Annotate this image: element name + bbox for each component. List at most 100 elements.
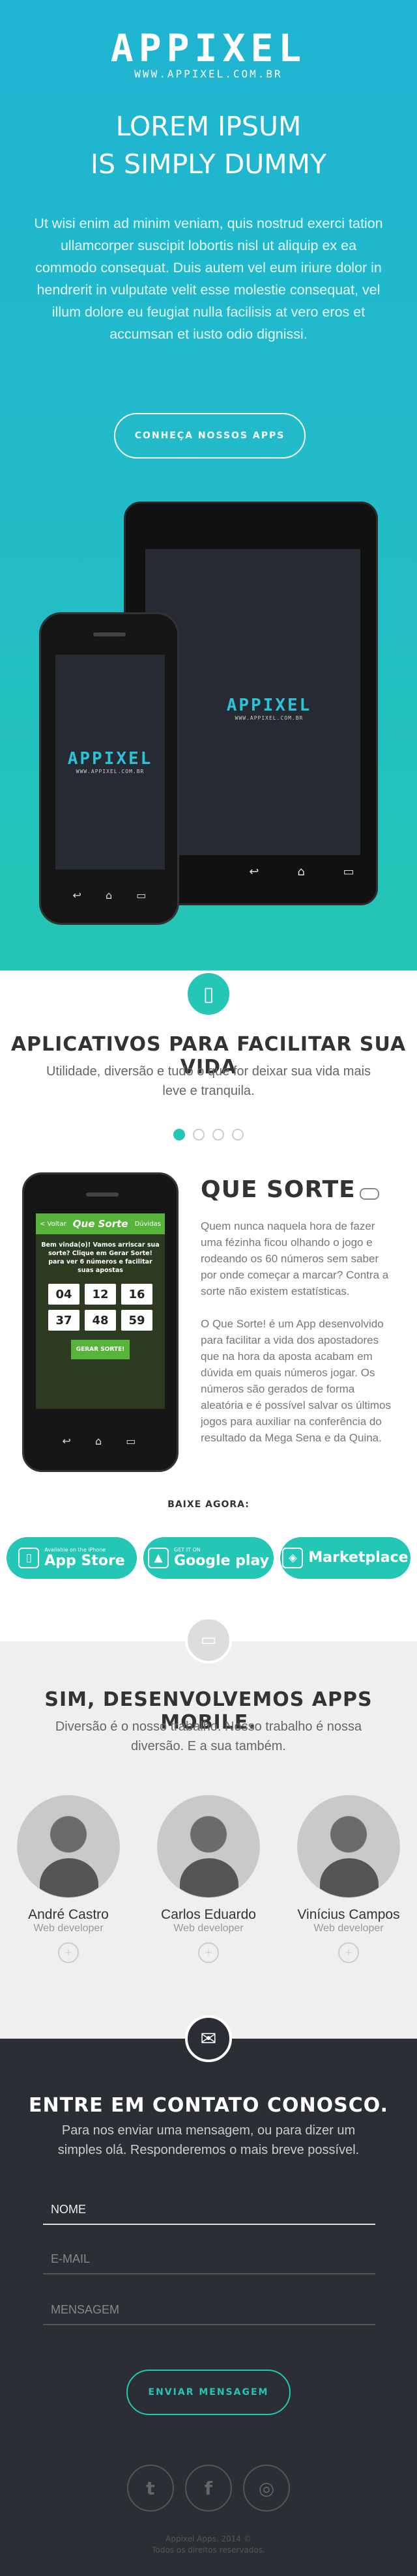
phone-speaker [93,632,126,636]
member-more-button[interactable]: + [198,1942,219,1963]
app-phone-mockup: < Voltar Que Sorte Dúvidas Bem vinda(o)!… [22,1172,179,1472]
envelope-icon: ✉ [185,2015,232,2062]
app-screen-title: Que Sorte [72,1218,128,1230]
app-screen: < Voltar Que Sorte Dúvidas Bem vinda(o)!… [36,1213,165,1409]
lottery-number: 12 [85,1284,116,1305]
hero-title-line1: LOREM IPSUM [115,111,302,142]
name-field[interactable] [43,2195,375,2225]
hero-section: APPIXEL WWW.APPIXEL.COM.BR LOREM IPSUM I… [0,0,417,970]
phone-screen-logo: APPIXEL WWW.APPIXEL.COM.BR [55,749,165,774]
phone-logo-text: APPIXEL [67,749,153,769]
avatar [297,1795,400,1898]
app-back-link[interactable]: < Voltar [40,1221,66,1228]
app-welcome-message: Bem vinda(o)! Vamos arriscar sua sorte? … [41,1241,160,1274]
recents-nav-icon: ▭ [126,1435,136,1447]
team-member-card: Carlos Eduardo Web developer + [143,1795,274,1963]
google-play-label: GET IT ON Google play [174,1547,269,1569]
marketplace-label: Marketplace [308,1550,408,1565]
app-description-p2: O Que Sorte! é um App desenvolvido para … [201,1318,391,1444]
message-field[interactable] [43,2295,375,2325]
logo-url: WWW.APPIXEL.COM.BR [134,68,283,80]
app-store-label: Available on the iPhone App Store [44,1547,125,1569]
footer: Appixel Apps. 2014 © Todos os direitos r… [0,2534,417,2556]
member-role: Web developer [313,1923,384,1934]
app-description-p1: Quem nunca naquela hora de fazer uma féz… [201,1220,389,1297]
lottery-numbers: 04 12 16 37 48 59 [36,1284,165,1331]
carousel-dots [173,1129,244,1140]
instagram-icon[interactable]: ◎ [243,2465,290,2512]
google-play-button[interactable]: ▲ GET IT ON Google play [143,1537,274,1579]
phone-logo-url: WWW.APPIXEL.COM.BR [76,769,145,774]
site-logo[interactable]: APPIXEL WWW.APPIXEL.COM.BR [0,26,417,80]
gamepad-icon [360,1188,379,1200]
phone-speaker [86,1193,119,1196]
store-buttons: ▯ Available on the iPhone App Store ▲ GE… [7,1537,410,1579]
android-icon: ▲ [148,1548,169,1568]
home-nav-icon: ⌂ [297,865,305,879]
send-message-button[interactable]: ENVIAR MENSAGEM [126,2370,291,2415]
recents-nav-icon: ▭ [136,889,147,901]
team-member-card: Vinícius Campos Web developer + [283,1795,414,1963]
carousel-dot[interactable] [212,1129,224,1140]
hero-text: Ut wisi enim ad minim veniam, quis nostr… [34,216,383,342]
apps-section-subtitle: Utilidade, diversão e tudo o que for dei… [46,1064,371,1098]
store-big-text: Google play [174,1552,269,1569]
app-help-link[interactable]: Dúvidas [135,1221,161,1228]
hero-title: LOREM IPSUM IS SIMPLY DUMMY [0,107,417,183]
back-nav-icon: ↩ [72,889,81,901]
email-field[interactable] [43,2244,375,2274]
lottery-number: 16 [121,1284,152,1305]
avatar [157,1795,260,1898]
contact-subtitle: Para nos enviar uma mensagem, ou para di… [57,2123,360,2157]
app-store-button[interactable]: ▯ Available on the iPhone App Store [7,1537,137,1579]
apple-icon: ▯ [18,1548,40,1568]
phone-screen: APPIXEL WWW.APPIXEL.COM.BR [55,655,165,870]
member-more-button[interactable]: + [338,1942,359,1963]
hero-title-line2: IS SIMPLY DUMMY [90,149,327,180]
avatar [17,1795,120,1898]
member-name: Carlos Eduardo [161,1907,256,1922]
phone-nav-bar: ↩ ⌂ ▭ [61,889,158,901]
store-big-text: Marketplace [308,1550,409,1566]
home-nav-icon: ⌂ [95,1435,102,1447]
carousel-dot[interactable] [232,1129,244,1140]
twitter-icon[interactable]: t [127,2465,174,2512]
phone-mockup: APPIXEL WWW.APPIXEL.COM.BR ↩ ⌂ ▭ [39,612,179,925]
logo-text: APPIXEL [110,26,307,70]
back-nav-icon: ↩ [62,1435,71,1447]
back-nav-icon: ↩ [249,865,259,879]
app-description: Quem nunca naquela hora de fazer uma féz… [201,1218,396,1462]
contact-title: ENTRE EM CONTATO CONOSCO. [29,2094,388,2117]
lottery-number: 59 [121,1310,152,1331]
member-role: Web developer [33,1923,104,1934]
social-links: t f ◎ [127,2465,290,2512]
download-label: BAIXE AGORA: [167,1499,250,1510]
lottery-number: 04 [48,1284,79,1305]
member-role: Web developer [173,1923,244,1934]
see-apps-button[interactable]: CONHEÇA NOSSOS APPS [114,413,306,459]
tablet-nav-bar: ↩ ⌂ ▭ [230,865,373,879]
briefcase-icon: ▭ [185,1617,232,1663]
member-name: André Castro [28,1907,109,1922]
lottery-number: 37 [48,1310,79,1331]
phone-nav-bar: ↩ ⌂ ▭ [50,1435,148,1447]
tablet-logo-url: WWW.APPIXEL.COM.BR [235,715,304,721]
tablet-screen-logo: APPIXEL WWW.APPIXEL.COM.BR [204,696,334,721]
recents-nav-icon: ▭ [343,865,354,879]
team-section-subtitle: Diversão é o nosso trabalho. Nosso traba… [55,1720,362,1753]
home-nav-icon: ⌂ [106,889,113,901]
team-member-card: André Castro Web developer + [3,1795,134,1963]
store-big-text: App Store [44,1552,125,1569]
member-name: Vinícius Campos [297,1907,400,1922]
footer-copyright: Appixel Apps. 2014 © [165,2534,252,2543]
generate-luck-button[interactable]: GERAR SORTE! [71,1340,130,1359]
marketplace-button[interactable]: ◈ Marketplace [280,1537,410,1579]
app-name: QUE SORTE [201,1176,356,1203]
carousel-dot[interactable] [193,1129,205,1140]
windows-store-icon: ◈ [282,1548,304,1568]
carousel-dot[interactable] [173,1129,185,1140]
facebook-icon[interactable]: f [185,2465,232,2512]
mobile-phone-icon: ▯ [185,970,232,1017]
member-more-button[interactable]: + [58,1942,79,1963]
lottery-number: 48 [85,1310,116,1331]
